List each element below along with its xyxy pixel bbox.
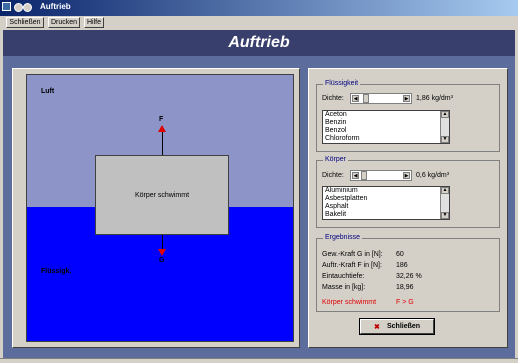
result-label: Auftr.-Kraft F in [N]:: [322, 262, 382, 269]
list-item[interactable]: Asphalt: [323, 203, 449, 211]
minimize-icon[interactable]: [14, 3, 23, 12]
menu-print-button[interactable]: Drucken: [48, 17, 80, 28]
liquid-density-label: Dichte:: [322, 95, 344, 102]
banner-title: Auftrieb: [228, 34, 290, 51]
body-state-label: Körper schwimmt: [134, 192, 190, 199]
banner: Auftrieb: [3, 30, 515, 56]
title-bar: Auftrieb: [0, 0, 518, 16]
buoyancy-force-label: F: [159, 116, 164, 123]
buoyancy-arrow-line: [162, 131, 163, 155]
status-relation: F > G: [396, 299, 414, 306]
buoyancy-arrow-head-icon: [158, 125, 166, 132]
menu-bar: Schließen Drucken Hilfe: [0, 16, 518, 30]
scroll-down-icon[interactable]: ▼: [441, 136, 449, 143]
simulation-scene: Luft Flüssigk. F Körper schwimmt G: [26, 74, 294, 342]
result-label: Gew.-Kraft G in [N]:: [322, 251, 383, 258]
body-density-label: Dichte:: [322, 172, 344, 179]
scroll-up-icon[interactable]: ▲: [441, 111, 449, 118]
air-label: Luft: [41, 88, 55, 95]
scroll-up-icon[interactable]: ▲: [441, 187, 449, 194]
menu-close-button[interactable]: Schließen: [6, 17, 44, 28]
liquid-density-value: 1,86 kg/dm³: [416, 95, 453, 102]
body-density-value: 0,6 kg/dm³: [416, 172, 450, 179]
list-item[interactable]: Asbestplatten: [323, 195, 449, 203]
body-group-title: Körper: [323, 156, 349, 163]
list-item[interactable]: Chloroform: [323, 135, 449, 143]
slider-right-arrow-icon[interactable]: ▶: [403, 172, 410, 179]
list-item[interactable]: Benzol: [323, 127, 449, 135]
list-item[interactable]: Aluminium: [323, 187, 449, 195]
maximize-icon[interactable]: [23, 3, 32, 12]
close-x-icon: ✖: [374, 324, 380, 331]
weight-force-label: G: [159, 257, 165, 264]
list-item[interactable]: Bakelit: [323, 211, 449, 219]
result-value: 60: [396, 251, 404, 258]
close-button-label: Schließen: [387, 323, 421, 330]
slider-left-arrow-icon[interactable]: ◀: [352, 95, 359, 102]
result-value: 186: [396, 262, 408, 269]
result-label: Masse in [kg]:: [322, 284, 366, 291]
weight-arrow-head-icon: [158, 249, 166, 256]
liquid-group-title: Flüssigkeit: [323, 80, 361, 87]
liquid-label: Flüssigk.: [41, 268, 72, 275]
app-icon: [2, 2, 11, 11]
slider-thumb[interactable]: [363, 94, 369, 103]
results-group-title: Ergebnisse: [323, 234, 363, 241]
list-item[interactable]: Aceton: [323, 111, 449, 119]
liquid-list[interactable]: Aceton Benzin Benzol Chloroform ▲ ▼: [322, 110, 450, 144]
body-list-scrollbar[interactable]: ▲ ▼: [440, 187, 449, 219]
floating-body: Körper schwimmt: [95, 155, 229, 235]
window-title: Auftrieb: [40, 2, 71, 11]
slider-right-arrow-icon[interactable]: ▶: [403, 95, 410, 102]
body-density-slider[interactable]: ◀ ▶: [350, 170, 412, 181]
scroll-down-icon[interactable]: ▼: [441, 212, 449, 219]
result-value: 32,26 %: [396, 273, 422, 280]
liquid-density-slider[interactable]: ◀ ▶: [350, 93, 412, 104]
status-label: Körper schwimmt: [322, 299, 377, 306]
liquid-list-scrollbar[interactable]: ▲ ▼: [440, 111, 449, 143]
slider-left-arrow-icon[interactable]: ◀: [352, 172, 359, 179]
result-label: Eintauchtiefe:: [322, 273, 365, 280]
menu-help-button[interactable]: Hilfe: [84, 17, 104, 28]
body-list[interactable]: Aluminium Asbestplatten Asphalt Bakelit …: [322, 186, 450, 220]
close-button[interactable]: ✖ Schließen: [359, 318, 435, 335]
status-bar: [0, 358, 518, 363]
list-item[interactable]: Benzin: [323, 119, 449, 127]
result-value: 18,96: [396, 284, 414, 291]
slider-thumb[interactable]: [361, 171, 367, 180]
